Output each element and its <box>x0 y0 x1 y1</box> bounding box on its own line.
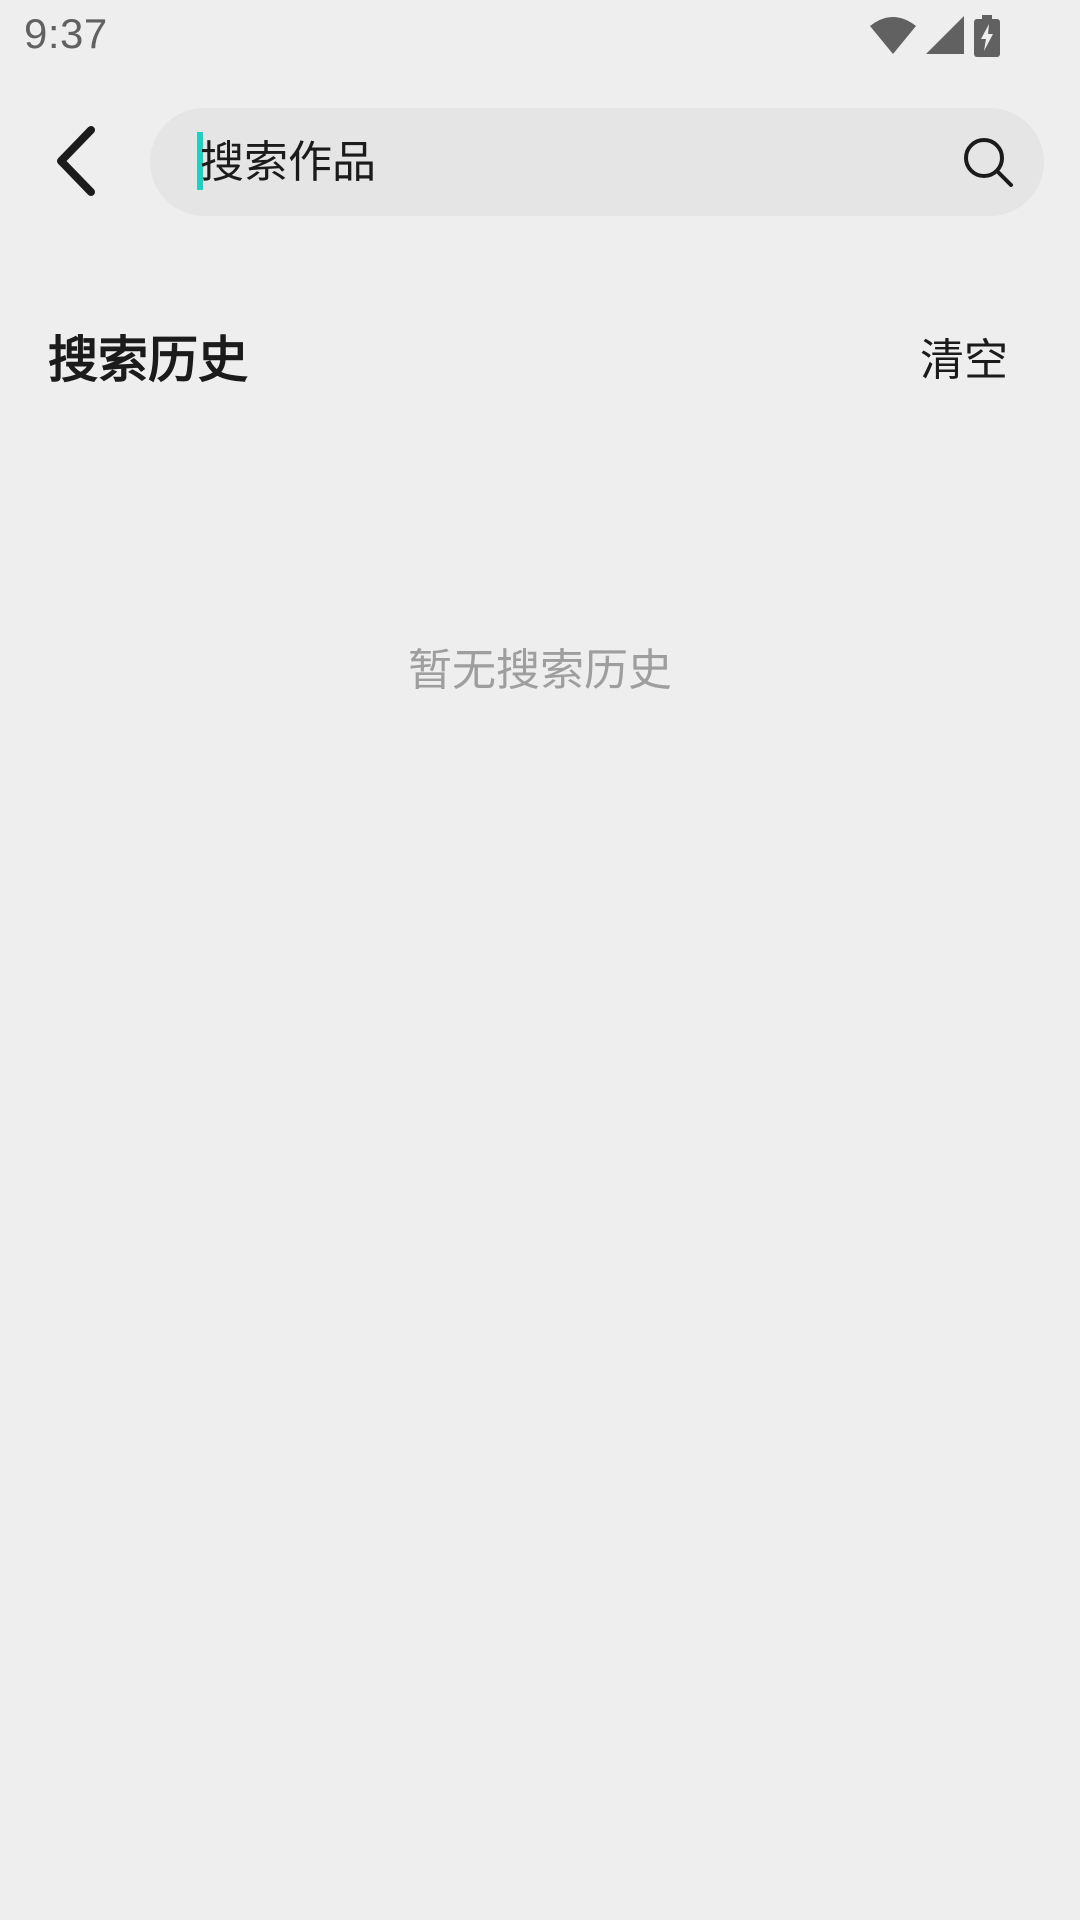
search-screen: 9:37 搜索作品 搜索历史 清空 暂无搜索历史 <box>0 0 1080 1920</box>
back-button[interactable] <box>40 126 110 200</box>
search-box[interactable] <box>150 108 1044 216</box>
cellular-signal-icon <box>926 16 964 56</box>
chevron-left-icon <box>53 126 97 200</box>
search-header <box>0 108 1080 216</box>
battery-charging-icon <box>974 15 1000 57</box>
history-title: 搜索历史 <box>48 331 248 389</box>
clear-history-button[interactable]: 清空 <box>920 324 1008 388</box>
status-icons <box>870 12 1000 60</box>
search-icon[interactable] <box>962 136 1014 188</box>
empty-history-text: 暂无搜索历史 <box>408 645 672 696</box>
status-time: 9:37 <box>24 10 108 57</box>
status-bar: 9:37 <box>0 0 1080 72</box>
search-input[interactable] <box>200 108 900 216</box>
wifi-icon <box>870 16 916 56</box>
